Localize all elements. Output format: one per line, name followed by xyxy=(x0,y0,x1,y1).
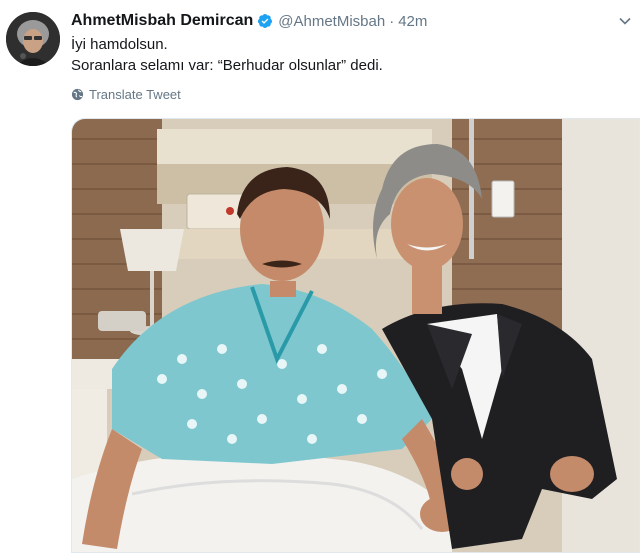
avatar[interactable] xyxy=(6,12,60,66)
tweet-text-line-2: Soranlara selamı var: “Berhudar olsunlar… xyxy=(71,57,383,74)
caret-down-icon[interactable] xyxy=(618,14,632,28)
author-display-name[interactable]: AhmetMisbah Demircan xyxy=(71,12,253,30)
header-separator: · xyxy=(389,12,395,30)
tweet-text-line-1: İyi hamdolsun. xyxy=(71,36,168,53)
tweet-header: AhmetMisbah Demircan @AhmetMisbah · 42m xyxy=(71,10,427,32)
globe-icon xyxy=(71,88,84,101)
tweet-timestamp[interactable]: 42m xyxy=(398,13,427,30)
translate-tweet-label: Translate Tweet xyxy=(89,87,181,102)
tweet-card: AhmetMisbah Demircan @AhmetMisbah · 42m … xyxy=(0,0,640,553)
author-handle[interactable]: @AhmetMisbah xyxy=(278,13,385,30)
tweet-photo[interactable] xyxy=(71,118,640,553)
verified-badge-icon xyxy=(257,13,273,29)
translate-tweet-link[interactable]: Translate Tweet xyxy=(71,87,181,102)
tweet-text: İyi hamdolsun. Soranlara selamı var: “Be… xyxy=(71,34,383,76)
